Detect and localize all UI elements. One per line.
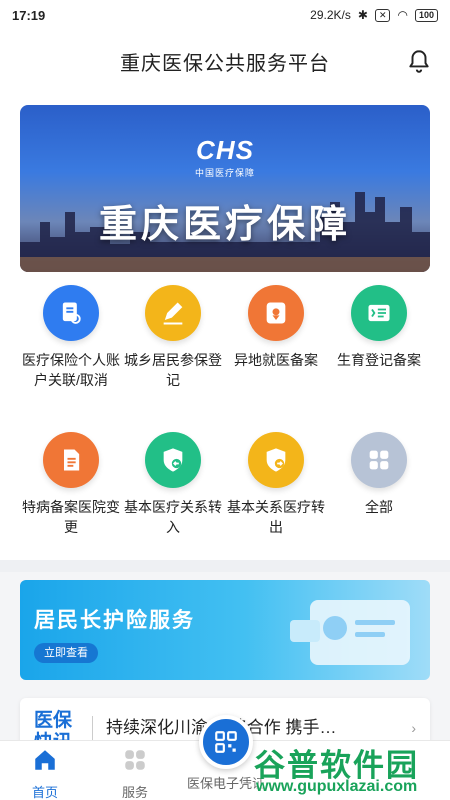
location-card-icon xyxy=(248,285,304,341)
shield-transfer-out-icon xyxy=(248,432,304,488)
section-divider xyxy=(0,560,450,572)
tab-home[interactable]: 首页 xyxy=(10,747,80,800)
watermark-logo: 谷普软件园 www.gupuxlazai.com xyxy=(254,748,419,795)
service-label: 基本关系医疗转出 xyxy=(227,499,325,535)
bell-icon[interactable] xyxy=(406,48,432,74)
service-account-link[interactable]: 医疗保险个人账户关联/取消 xyxy=(20,285,122,390)
tab-service[interactable]: 服务 xyxy=(100,747,170,800)
status-bar: 17:19 29.2K/s ✱ ✕ ◠ 100 xyxy=(0,0,450,30)
tab-label: 服务 xyxy=(121,785,148,800)
edit-pencil-icon xyxy=(145,285,201,341)
qr-code-icon xyxy=(215,731,237,753)
banner-title: 重庆医疗保障 xyxy=(98,204,351,246)
service-label: 基本医疗关系转入 xyxy=(124,499,222,535)
bluetooth-icon: ✱ xyxy=(357,8,368,22)
service-label: 城乡居民参保登记 xyxy=(124,352,222,388)
service-birth-registration[interactable]: 生育登记备案 xyxy=(328,285,430,370)
promo-title: 居民长护险服务 xyxy=(34,609,195,632)
battery-icon: 100 xyxy=(414,8,438,22)
page-title: 重庆医保公共服务平台 xyxy=(120,52,330,75)
chs-logo: CHS 中国医疗保障 xyxy=(195,135,256,178)
service-label: 医疗保险个人账户关联/取消 xyxy=(22,352,120,388)
app-header: 重庆医保公共服务平台 xyxy=(0,30,450,92)
promo-banner[interactable]: 居民长护险服务 立即查看 xyxy=(20,580,430,680)
promo-view-button[interactable]: 立即查看 xyxy=(34,643,98,663)
service-all[interactable]: 全部 xyxy=(328,432,430,517)
document-link-icon xyxy=(43,285,99,341)
tab-label: 首页 xyxy=(31,785,58,800)
sim-icon: ✕ xyxy=(374,8,391,22)
service-label: 异地就医备案 xyxy=(234,352,318,368)
service-remote-medical[interactable]: 异地就医备案 xyxy=(225,285,327,370)
chevron-right-icon: › xyxy=(411,720,416,736)
shield-transfer-in-icon xyxy=(145,432,201,488)
service-transfer-out[interactable]: 基本关系医疗转出 xyxy=(225,432,327,537)
service-special-disease[interactable]: 特病备案医院变更 xyxy=(20,432,122,537)
home-icon xyxy=(35,750,55,770)
wifi-icon: ◠ xyxy=(397,8,408,22)
service-transfer-in[interactable]: 基本医疗关系转入 xyxy=(122,432,224,537)
clipboard-icon xyxy=(43,432,99,488)
card-illustration-icon xyxy=(290,600,410,665)
banner[interactable]: CHS 中国医疗保障 重庆医疗保障 xyxy=(20,105,430,272)
service-label: 全部 xyxy=(365,499,393,515)
grid-all-icon xyxy=(351,432,407,488)
network-speed: 29.2K/s xyxy=(310,8,351,22)
grid-icon xyxy=(125,750,145,770)
service-resident-registration[interactable]: 城乡居民参保登记 xyxy=(122,285,224,390)
status-time: 17:19 xyxy=(12,7,46,23)
qr-code-button[interactable] xyxy=(199,715,253,769)
service-label: 特病备案医院变更 xyxy=(22,499,120,535)
news-separator xyxy=(92,716,93,742)
id-card-icon xyxy=(351,285,407,341)
service-label: 生育登记备案 xyxy=(337,352,421,368)
